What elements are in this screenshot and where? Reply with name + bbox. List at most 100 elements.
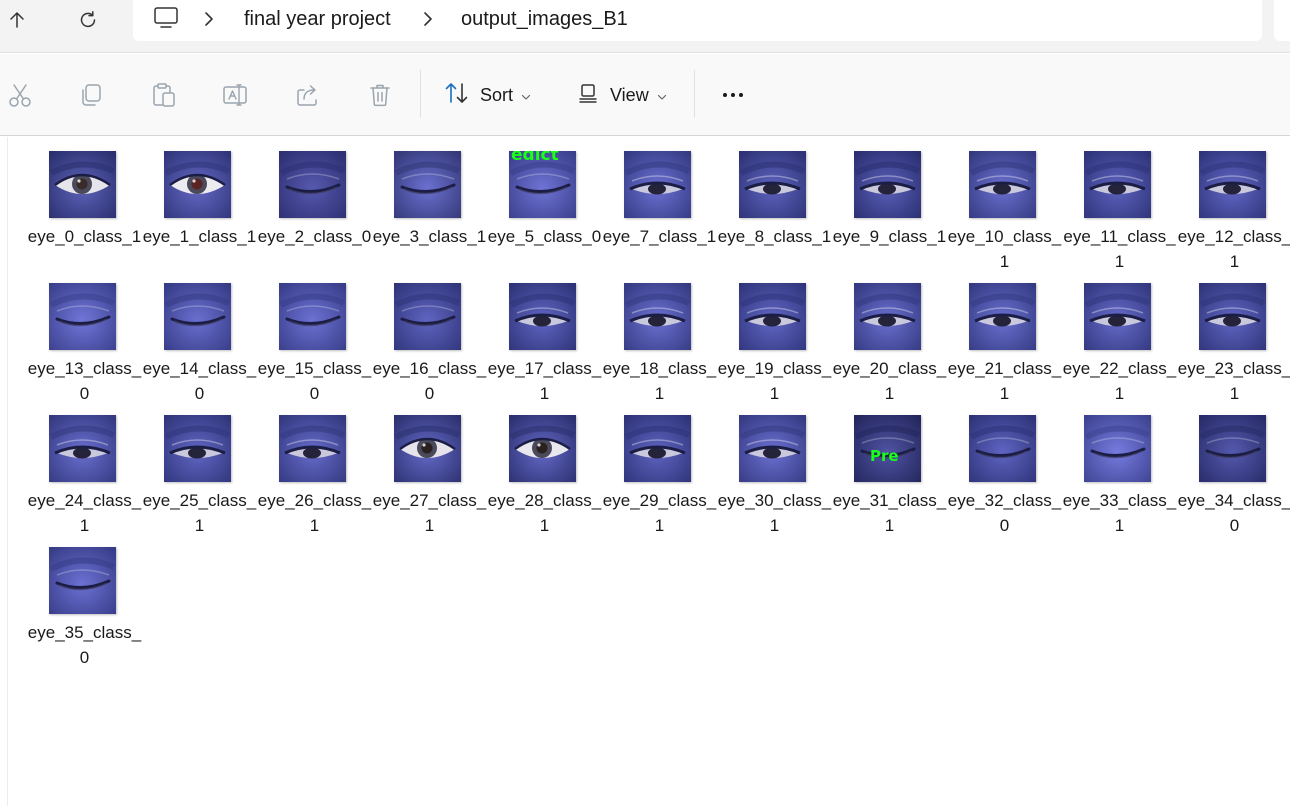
this-pc-icon[interactable]	[153, 6, 179, 35]
image-thumbnail	[854, 283, 921, 350]
file-name: eye_26_class_1	[257, 491, 372, 535]
file-item[interactable]: eye_18_class_1	[602, 282, 717, 414]
up-arrow-icon[interactable]	[2, 5, 32, 35]
view-icon	[578, 82, 600, 109]
file-item[interactable]: eye_22_class_1	[1062, 282, 1177, 414]
image-thumbnail	[1199, 415, 1266, 482]
file-item[interactable]: eye_2_class_0	[257, 150, 372, 282]
image-thumbnail	[624, 415, 691, 482]
file-item[interactable]: eye_35_class_0	[27, 546, 142, 678]
file-name: eye_24_class_1	[27, 491, 142, 535]
paste-icon[interactable]	[151, 82, 177, 108]
file-item[interactable]: eye_19_class_1	[717, 282, 832, 414]
file-name: eye_5_class_0	[487, 227, 602, 246]
copy-icon[interactable]	[78, 82, 104, 108]
toolbar-divider	[694, 70, 695, 118]
file-name: eye_33_class_1	[1062, 491, 1177, 535]
image-thumbnail	[164, 415, 231, 482]
file-name: eye_27_class_1	[372, 491, 487, 535]
image-thumbnail	[49, 151, 116, 218]
cut-icon[interactable]	[7, 82, 33, 108]
file-name: eye_20_class_1	[832, 359, 947, 403]
file-name: eye_35_class_0	[27, 623, 142, 667]
delete-icon[interactable]	[367, 82, 393, 108]
image-thumbnail	[394, 151, 461, 218]
refresh-icon[interactable]	[73, 5, 103, 35]
file-item[interactable]: eye_7_class_1	[602, 150, 717, 282]
image-thumbnail	[394, 415, 461, 482]
file-item[interactable]: eye_33_class_1	[1062, 414, 1177, 546]
file-name: eye_9_class_1	[832, 227, 947, 246]
file-item[interactable]: eye_0_class_1	[27, 150, 142, 282]
image-thumbnail: Pre	[854, 415, 921, 482]
image-thumbnail	[739, 283, 806, 350]
image-thumbnail	[509, 283, 576, 350]
file-name: eye_31_class_1	[832, 491, 947, 535]
file-name: eye_14_class_0	[142, 359, 257, 403]
image-thumbnail	[969, 151, 1036, 218]
image-thumbnail	[854, 151, 921, 218]
file-item[interactable]: eye_9_class_1	[832, 150, 947, 282]
file-item[interactable]: eye_16_class_0	[372, 282, 487, 414]
sort-label: Sort	[480, 84, 514, 105]
image-thumbnail	[969, 283, 1036, 350]
image-thumbnail: edict	[509, 151, 576, 218]
image-thumbnail	[279, 151, 346, 218]
sort-button[interactable]: Sort	[444, 80, 531, 110]
file-item[interactable]: edict eye_5_class_0	[487, 150, 602, 282]
file-item[interactable]: eye_23_class_1	[1177, 282, 1290, 414]
file-item[interactable]: eye_20_class_1	[832, 282, 947, 414]
file-name: eye_34_class_0	[1177, 491, 1290, 535]
file-item[interactable]: eye_24_class_1	[27, 414, 142, 546]
view-button[interactable]: View	[578, 80, 667, 110]
file-name: eye_32_class_0	[947, 491, 1062, 535]
overlay-text: edict	[511, 151, 559, 165]
image-thumbnail	[1199, 151, 1266, 218]
image-thumbnail	[739, 151, 806, 218]
file-item[interactable]: eye_30_class_1	[717, 414, 832, 546]
file-item[interactable]: eye_27_class_1	[372, 414, 487, 546]
image-thumbnail	[49, 415, 116, 482]
file-item[interactable]: eye_26_class_1	[257, 414, 372, 546]
share-icon[interactable]	[295, 82, 321, 108]
file-grid: eye_0_class_1 eye_1_class_1 eye_2_class_0 e…	[27, 150, 1290, 710]
file-item[interactable]: eye_11_class_1	[1062, 150, 1177, 282]
file-item[interactable]: eye_3_class_1	[372, 150, 487, 282]
file-item[interactable]: eye_8_class_1	[717, 150, 832, 282]
file-name: eye_13_class_0	[27, 359, 142, 403]
file-item[interactable]: eye_15_class_0	[257, 282, 372, 414]
file-item[interactable]: eye_12_class_1	[1177, 150, 1290, 282]
file-item[interactable]: eye_29_class_1	[602, 414, 717, 546]
file-item[interactable]: eye_28_class_1	[487, 414, 602, 546]
file-item[interactable]: eye_34_class_0	[1177, 414, 1290, 546]
breadcrumb-item-current[interactable]: output_images_B1	[461, 8, 628, 31]
command-bar: Sort View	[0, 54, 1290, 136]
file-name: eye_19_class_1	[717, 359, 832, 403]
more-options-icon[interactable]	[716, 82, 750, 108]
file-name: eye_18_class_1	[602, 359, 717, 403]
file-name: eye_25_class_1	[142, 491, 257, 535]
file-item[interactable]: eye_14_class_0	[142, 282, 257, 414]
file-item[interactable]: eye_1_class_1	[142, 150, 257, 282]
file-name: eye_1_class_1	[142, 227, 257, 246]
breadcrumb-item[interactable]: final year project	[244, 8, 391, 31]
file-name: eye_29_class_1	[602, 491, 717, 535]
search-box[interactable]	[1274, 0, 1290, 41]
chevron-down-icon	[521, 85, 531, 106]
image-thumbnail	[1084, 415, 1151, 482]
file-item[interactable]: eye_21_class_1	[947, 282, 1062, 414]
file-item[interactable]: Pre eye_31_class_1	[832, 414, 947, 546]
image-thumbnail	[164, 151, 231, 218]
rename-icon[interactable]	[222, 82, 248, 108]
view-label: View	[610, 84, 649, 105]
file-item[interactable]: eye_17_class_1	[487, 282, 602, 414]
file-item[interactable]: eye_10_class_1	[947, 150, 1062, 282]
file-item[interactable]: eye_13_class_0	[27, 282, 142, 414]
file-item[interactable]: eye_32_class_0	[947, 414, 1062, 546]
file-name: eye_3_class_1	[372, 227, 487, 246]
address-bar[interactable]: final year project output_images_B1	[133, 0, 1262, 41]
file-item[interactable]: eye_25_class_1	[142, 414, 257, 546]
navigation-bar: final year project output_images_B1	[0, 0, 1290, 53]
file-name: eye_11_class_1	[1063, 227, 1176, 271]
pane-divider	[7, 137, 8, 806]
